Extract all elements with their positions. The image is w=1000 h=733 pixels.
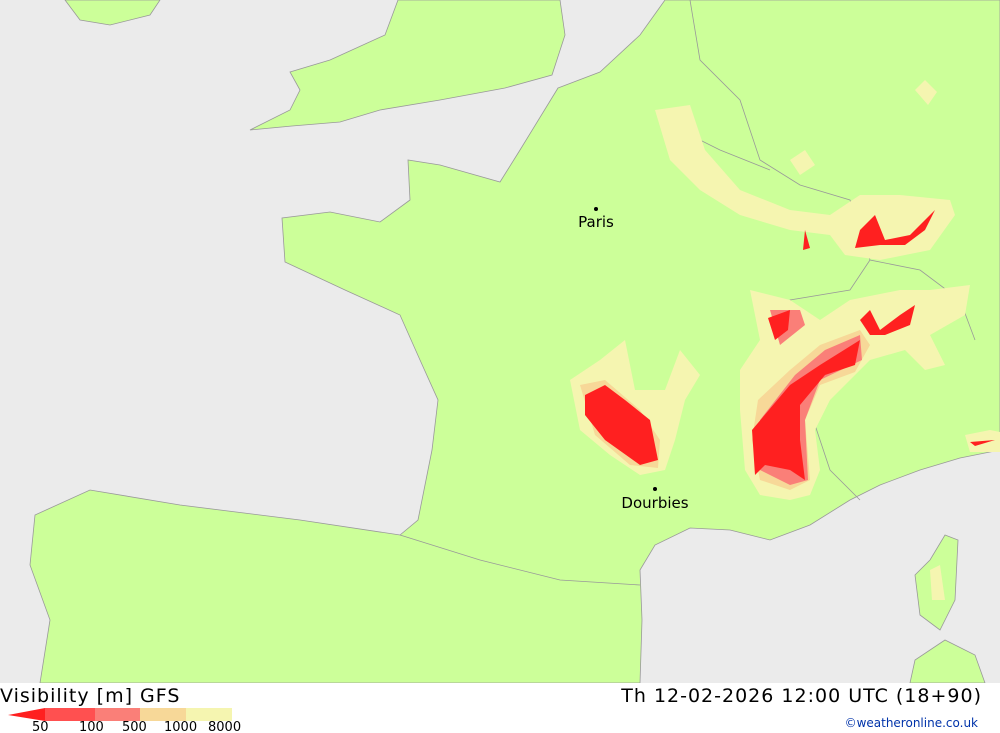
- visibility-map: Paris Dourbies: [0, 0, 1000, 683]
- city-label: Dourbies: [621, 494, 688, 512]
- legend-label: 8000: [208, 720, 242, 733]
- map-footer: Visibility [m] GFS Th 12-02-2026 12:00 U…: [0, 683, 1000, 733]
- legend-color-bar: [8, 708, 232, 721]
- legend-label: 50: [32, 720, 49, 733]
- credit-link[interactable]: ©weatheronline.co.uk: [845, 716, 978, 730]
- city-label: Paris: [578, 213, 614, 231]
- map-title: Visibility [m] GFS: [0, 685, 181, 707]
- forecast-datetime: Th 12-02-2026 12:00 UTC (18+90): [621, 685, 982, 707]
- weather-map-view: Paris Dourbies Visibility [m] GFS Th 12-…: [0, 0, 1000, 733]
- legend-label: 500: [122, 720, 147, 733]
- legend-label: 100: [79, 720, 104, 733]
- city-marker-icon: [653, 487, 657, 491]
- legend-label: 1000: [164, 720, 198, 733]
- city-marker-icon: [594, 207, 598, 211]
